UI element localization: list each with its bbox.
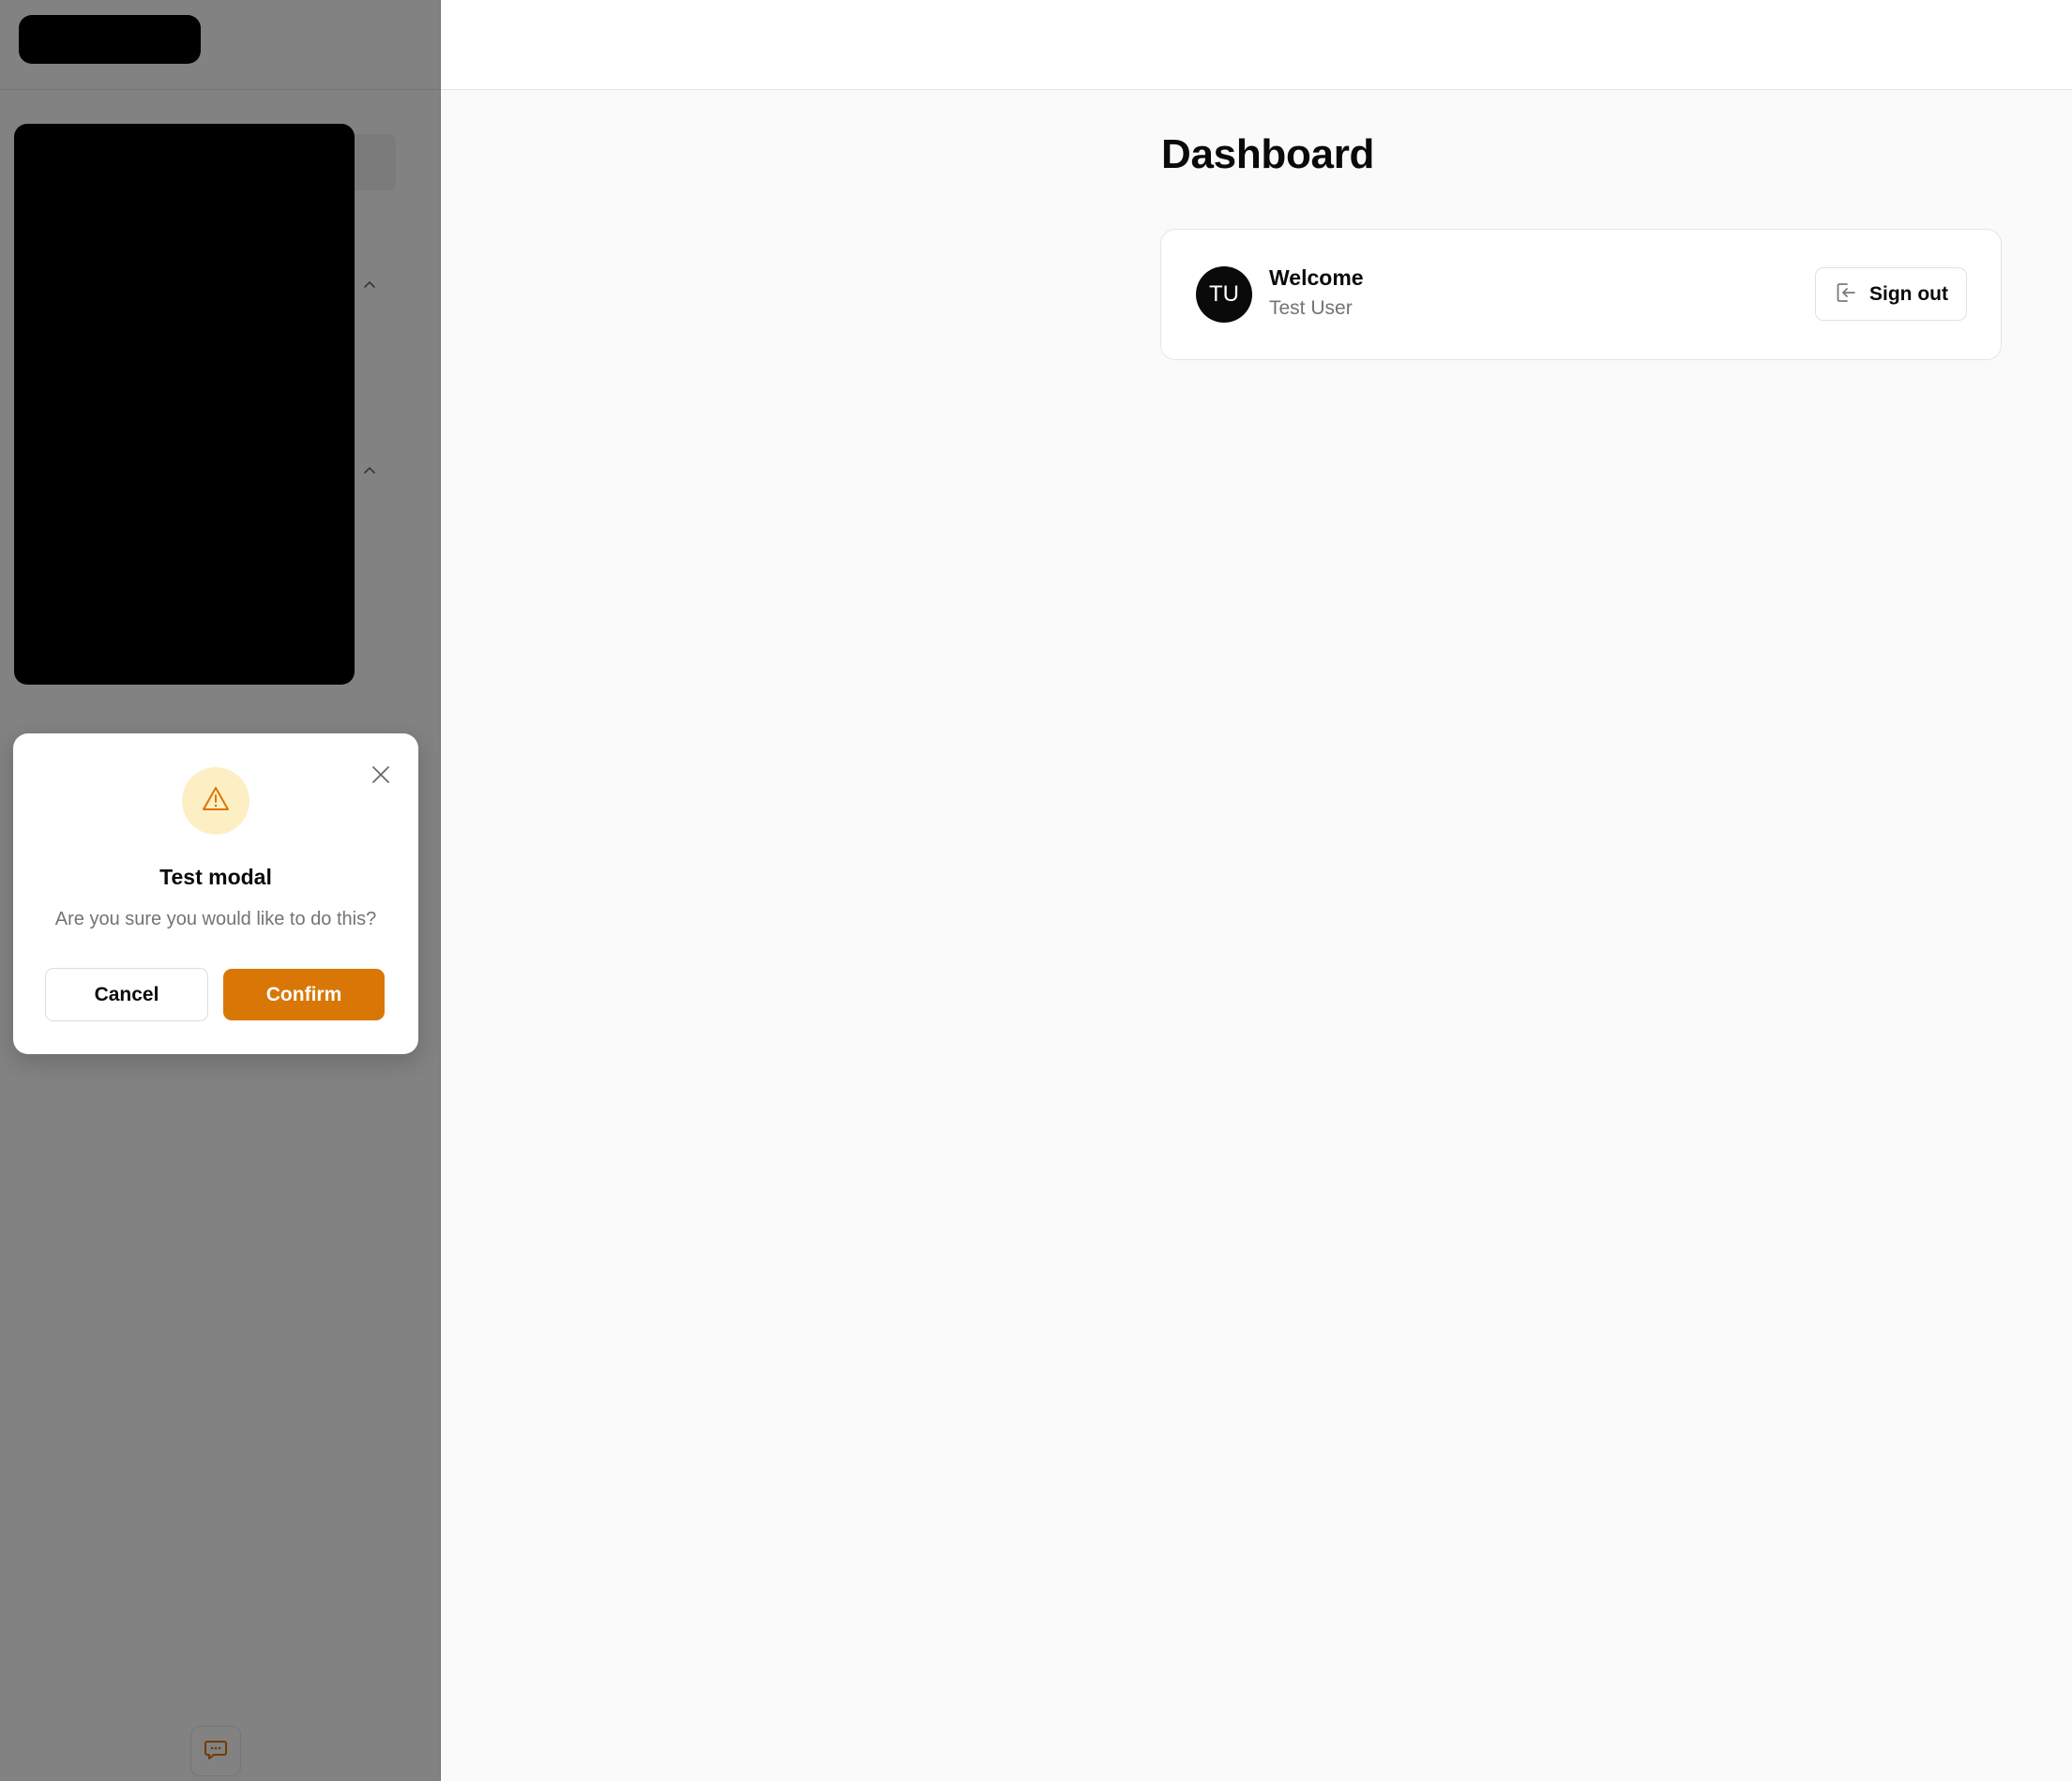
avatar: TU xyxy=(1196,266,1252,323)
confirm-modal: Test modal Are you sure you would like t… xyxy=(13,733,418,1054)
main-content: Dashboard TU Welcome Test User Sign out xyxy=(441,90,2072,1781)
cancel-button[interactable]: Cancel xyxy=(45,968,208,1021)
warning-triangle-icon xyxy=(200,783,232,820)
sign-out-button[interactable]: Sign out xyxy=(1815,267,1967,321)
sign-out-icon xyxy=(1834,280,1858,308)
user-name: Test User xyxy=(1269,297,1353,319)
warning-badge xyxy=(182,767,250,835)
welcome-card: TU Welcome Test User Sign out xyxy=(1160,229,2002,360)
modal-title: Test modal xyxy=(159,865,272,889)
welcome-title: Welcome xyxy=(1269,265,1364,290)
sign-out-label: Sign out xyxy=(1869,282,1948,305)
close-icon[interactable] xyxy=(366,760,396,790)
top-bar xyxy=(441,0,2072,90)
modal-message: Are you sure you would like to do this? xyxy=(54,909,377,929)
page-title: Dashboard xyxy=(1161,131,1375,177)
confirm-button[interactable]: Confirm xyxy=(223,969,385,1020)
